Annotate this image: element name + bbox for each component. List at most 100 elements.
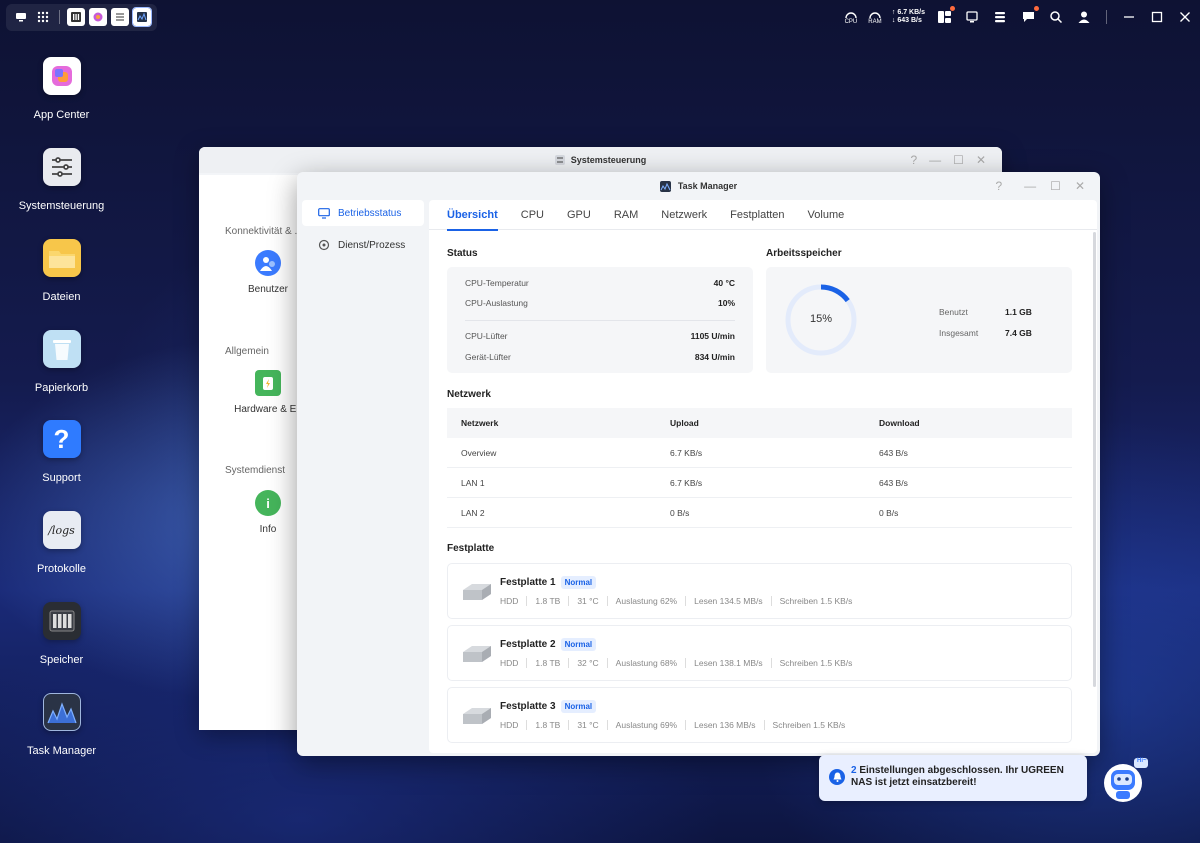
- content-scrollbar[interactable]: [1093, 232, 1096, 687]
- minimize-icon[interactable]: [1120, 8, 1138, 26]
- assistant-robot-icon[interactable]: Hi~: [1102, 758, 1148, 804]
- desktop-app-center[interactable]: App Center: [14, 57, 109, 121]
- table-row: LAN 1 6.7 KB/s 643 B/s: [447, 468, 1072, 498]
- trash-icon: [42, 330, 81, 368]
- user-icon[interactable]: [1075, 8, 1093, 26]
- storage-taskbar-icon[interactable]: [67, 8, 85, 26]
- maximize-button[interactable]: ☐: [953, 153, 964, 167]
- desktop-label: Papierkorb: [34, 382, 89, 394]
- taskbar: CPU RAM ↑ 6.7 KB/s ↓ 643 B/s: [0, 0, 1200, 34]
- show-desktop-icon[interactable]: [12, 8, 30, 26]
- window-titlebar[interactable]: Systemsteuerung: [199, 147, 1002, 173]
- control-panel-taskbar-icon[interactable]: [111, 8, 129, 26]
- status-value: 1105 U/min: [690, 331, 735, 341]
- settings-list-icon[interactable]: [991, 8, 1009, 26]
- status-value: 10%: [717, 298, 735, 308]
- task-manager-icon: [659, 180, 671, 192]
- disk-name: Festplatte 1 Normal: [500, 576, 597, 589]
- widgets-icon[interactable]: [935, 6, 955, 26]
- help-icon-glyph: ?: [53, 423, 70, 454]
- monitor-icon[interactable]: [963, 8, 981, 26]
- maximize-button[interactable]: ☐: [1050, 179, 1061, 193]
- network-table: Netzwerk Upload Download Overview 6.7 KB…: [447, 408, 1072, 528]
- close-button[interactable]: ✕: [1075, 179, 1085, 193]
- desktop-speicher[interactable]: Speicher: [14, 602, 109, 666]
- window-titlebar[interactable]: Task Manager: [297, 172, 1100, 200]
- close-icon[interactable]: [1176, 8, 1194, 26]
- desktop-systemsteuerung[interactable]: Systemsteuerung: [14, 148, 109, 212]
- desktop-label: Speicher: [39, 654, 84, 666]
- disk-title: Festplatte 2: [500, 639, 556, 650]
- table-cell: 6.7 KB/s: [670, 447, 703, 458]
- disk-size: 1.8 TB: [526, 596, 568, 606]
- ram-gauge[interactable]: RAM: [868, 10, 882, 25]
- table-cell: 643 B/s: [879, 477, 908, 488]
- desktop-protokolle[interactable]: /logs Protokolle: [14, 511, 109, 575]
- disk-temp: 31 °C: [568, 596, 606, 606]
- cpu-gauge[interactable]: CPU: [844, 10, 858, 25]
- help-button[interactable]: ?: [995, 179, 1002, 193]
- disk-load: Auslastung 62%: [606, 596, 685, 606]
- logs-icon-text: /logs: [48, 523, 75, 537]
- taskbar-right: CPU RAM ↑ 6.7 KB/s ↓ 643 B/s: [844, 6, 1194, 26]
- network-heading: Netzwerk: [447, 389, 491, 400]
- network-rate[interactable]: ↑ 6.7 KB/s ↓ 643 B/s: [892, 9, 925, 25]
- app-center-taskbar-icon[interactable]: [89, 8, 107, 26]
- notification-text: Einstellungen abgeschlossen. Ihr UGREEN …: [851, 765, 1064, 788]
- maximize-icon[interactable]: [1148, 8, 1166, 26]
- tab-netzwerk[interactable]: Netzwerk: [661, 200, 707, 230]
- app-grid-icon[interactable]: [34, 8, 52, 26]
- desktop-support[interactable]: ? Support: [14, 420, 109, 484]
- sidebar-item-dienst-prozess[interactable]: Dienst/Prozess: [302, 232, 424, 258]
- search-icon[interactable]: [1047, 8, 1065, 26]
- status-badge: Normal: [560, 700, 597, 713]
- disk-load: Auslastung 69%: [606, 720, 685, 730]
- desktop-papierkorb[interactable]: Papierkorb: [14, 330, 109, 394]
- disk-card[interactable]: Festplatte 3 Normal HDD 1.8 TB 31 °C Ausl…: [447, 687, 1072, 743]
- status-row: CPU-Temperatur 40 °C: [465, 278, 735, 288]
- divider: [465, 320, 735, 321]
- disk-read: Lesen 138.1 MB/s: [685, 658, 771, 668]
- table-header: Netzwerk Upload Download: [447, 408, 1072, 438]
- disk-write: Schreiben 1.5 KB/s: [770, 658, 861, 668]
- disk-read: Lesen 134.5 MB/s: [685, 596, 771, 606]
- memory-card: 15% Benutzt 1.1 GB Insgesamt 7.4 GB: [766, 267, 1072, 373]
- task-manager-content: Übersicht CPU GPU RAM Netzwerk Festplatt…: [429, 200, 1097, 753]
- memory-used-value: 1.1 GB: [1005, 307, 1032, 317]
- disk-card[interactable]: Festplatte 2 Normal HDD 1.8 TB 32 °C Ausl…: [447, 625, 1072, 681]
- section-heading: Allgemein: [225, 346, 269, 357]
- desktop-task-manager[interactable]: Task Manager: [14, 693, 109, 757]
- task-manager-taskbar-icon[interactable]: [132, 7, 152, 27]
- task-manager-sidebar: Betriebsstatus Dienst/Prozess: [297, 200, 429, 756]
- tab-ram[interactable]: RAM: [614, 200, 638, 230]
- messages-icon[interactable]: [1019, 6, 1039, 26]
- disk-temp: 32 °C: [568, 658, 606, 668]
- close-button[interactable]: ✕: [976, 153, 986, 167]
- disk-meta: HDD 1.8 TB 31 °C Auslastung 69% Lesen 13…: [500, 720, 853, 730]
- sidebar-item-betriebsstatus[interactable]: Betriebsstatus: [302, 200, 424, 226]
- task-manager-window[interactable]: Task Manager ? — ☐ ✕ Betriebsstatus Dien…: [297, 172, 1100, 756]
- tab-cpu[interactable]: CPU: [521, 200, 544, 230]
- tab-volume[interactable]: Volume: [808, 200, 845, 230]
- tab-uebersicht[interactable]: Übersicht: [447, 200, 498, 231]
- folder-icon: [42, 239, 81, 277]
- disk-write: Schreiben 1.5 KB/s: [763, 720, 854, 730]
- desktop-dateien[interactable]: Dateien: [14, 239, 109, 303]
- tab-festplatten[interactable]: Festplatten: [730, 200, 784, 230]
- column-header: Download: [879, 418, 920, 428]
- table-row: Overview 6.7 KB/s 643 B/s: [447, 438, 1072, 468]
- minimize-button[interactable]: —: [1024, 179, 1036, 193]
- tab-gpu[interactable]: GPU: [567, 200, 591, 230]
- status-value: 834 U/min: [694, 352, 735, 362]
- help-button[interactable]: ?: [910, 153, 917, 167]
- logs-icon: /logs: [42, 511, 81, 549]
- disk-card[interactable]: Festplatte 1 Normal HDD 1.8 TB 31 °C Ausl…: [447, 563, 1072, 619]
- sidebar-item-label: Betriebsstatus: [338, 207, 402, 219]
- memory-total-label: Insgesamt: [939, 328, 979, 338]
- user-group-icon: [255, 250, 281, 276]
- taskbar-divider: [59, 10, 60, 24]
- item-label: Benutzer: [247, 284, 289, 295]
- cpu-gauge-label: CPU: [844, 18, 858, 25]
- notification-toast[interactable]: 2 Einstellungen abgeschlossen. Ihr UGREE…: [819, 755, 1087, 801]
- minimize-button[interactable]: —: [929, 153, 941, 167]
